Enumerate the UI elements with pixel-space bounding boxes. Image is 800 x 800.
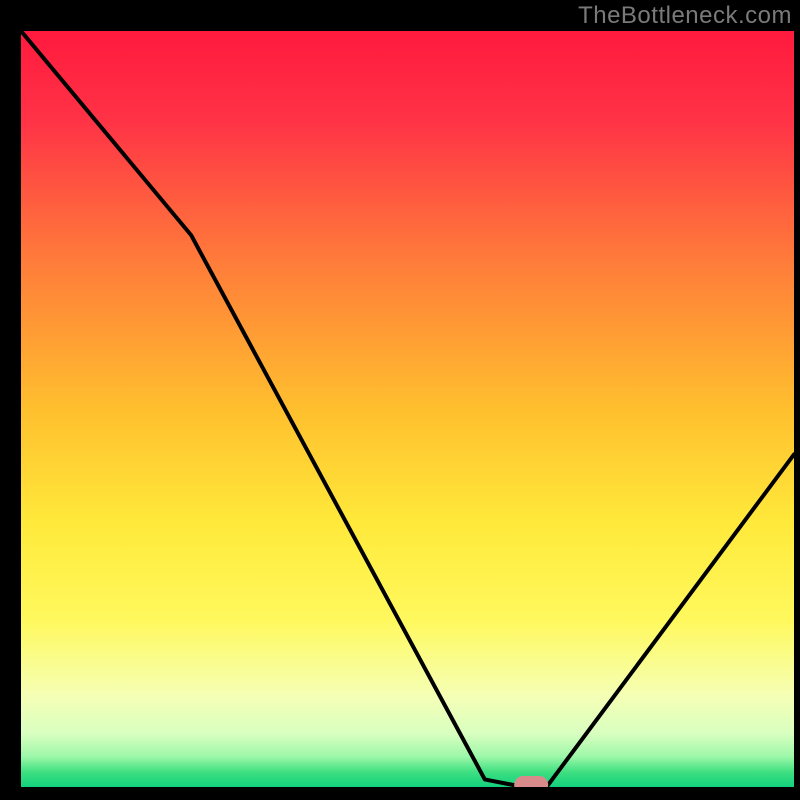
chart-svg [0,0,800,800]
watermark-text: TheBottleneck.com [578,2,792,30]
chart-container: { "watermark": "TheBottleneck.com", "cha… [0,0,800,800]
gradient-background [21,31,794,787]
plot-area [21,31,794,794]
